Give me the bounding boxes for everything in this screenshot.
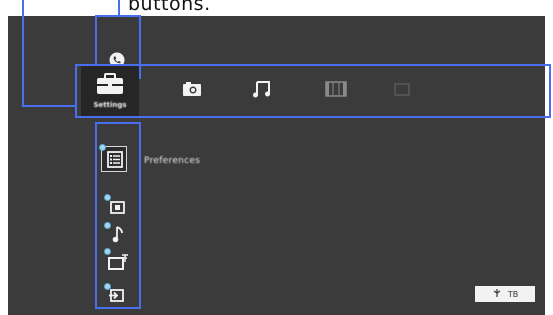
main-menu-bar: Settings [75,64,551,118]
menu-item-music[interactable] [233,66,291,116]
screen-icon [108,253,130,275]
tv-screen [8,16,545,315]
audio-note-icon [112,226,124,247]
caption-text: buttons. [128,0,211,15]
indicator-dot [104,222,111,229]
callout-line-left-vertical [22,0,24,107]
input-icon [108,288,124,307]
menu-item-tv[interactable] [373,66,431,116]
menu-item-settings[interactable]: Settings [81,66,139,116]
submenu-item-audio[interactable] [104,222,128,244]
menu-item-photo[interactable] [163,66,221,116]
music-note-icon [252,80,272,102]
status-badge: TB [475,286,535,302]
callout-line-left-horizontal [22,105,77,107]
camera-icon [182,81,202,101]
menu-item-label: Settings [93,101,127,109]
submenu-item-display[interactable] [104,194,128,214]
submenu-item-screen[interactable] [104,248,132,272]
submenu-selected-label: Preferences [144,156,201,166]
menu-item-video[interactable] [307,66,365,116]
submenu-item-input[interactable] [104,283,128,305]
indicator-dot [99,144,106,151]
antenna-icon [492,288,502,300]
display-icon [110,199,125,218]
status-text: TB [507,289,519,299]
tv-icon [394,82,410,101]
list-icon [107,151,123,172]
film-icon [325,81,347,101]
toolbox-icon [95,73,125,99]
submenu-item-preferences[interactable] [99,144,127,172]
